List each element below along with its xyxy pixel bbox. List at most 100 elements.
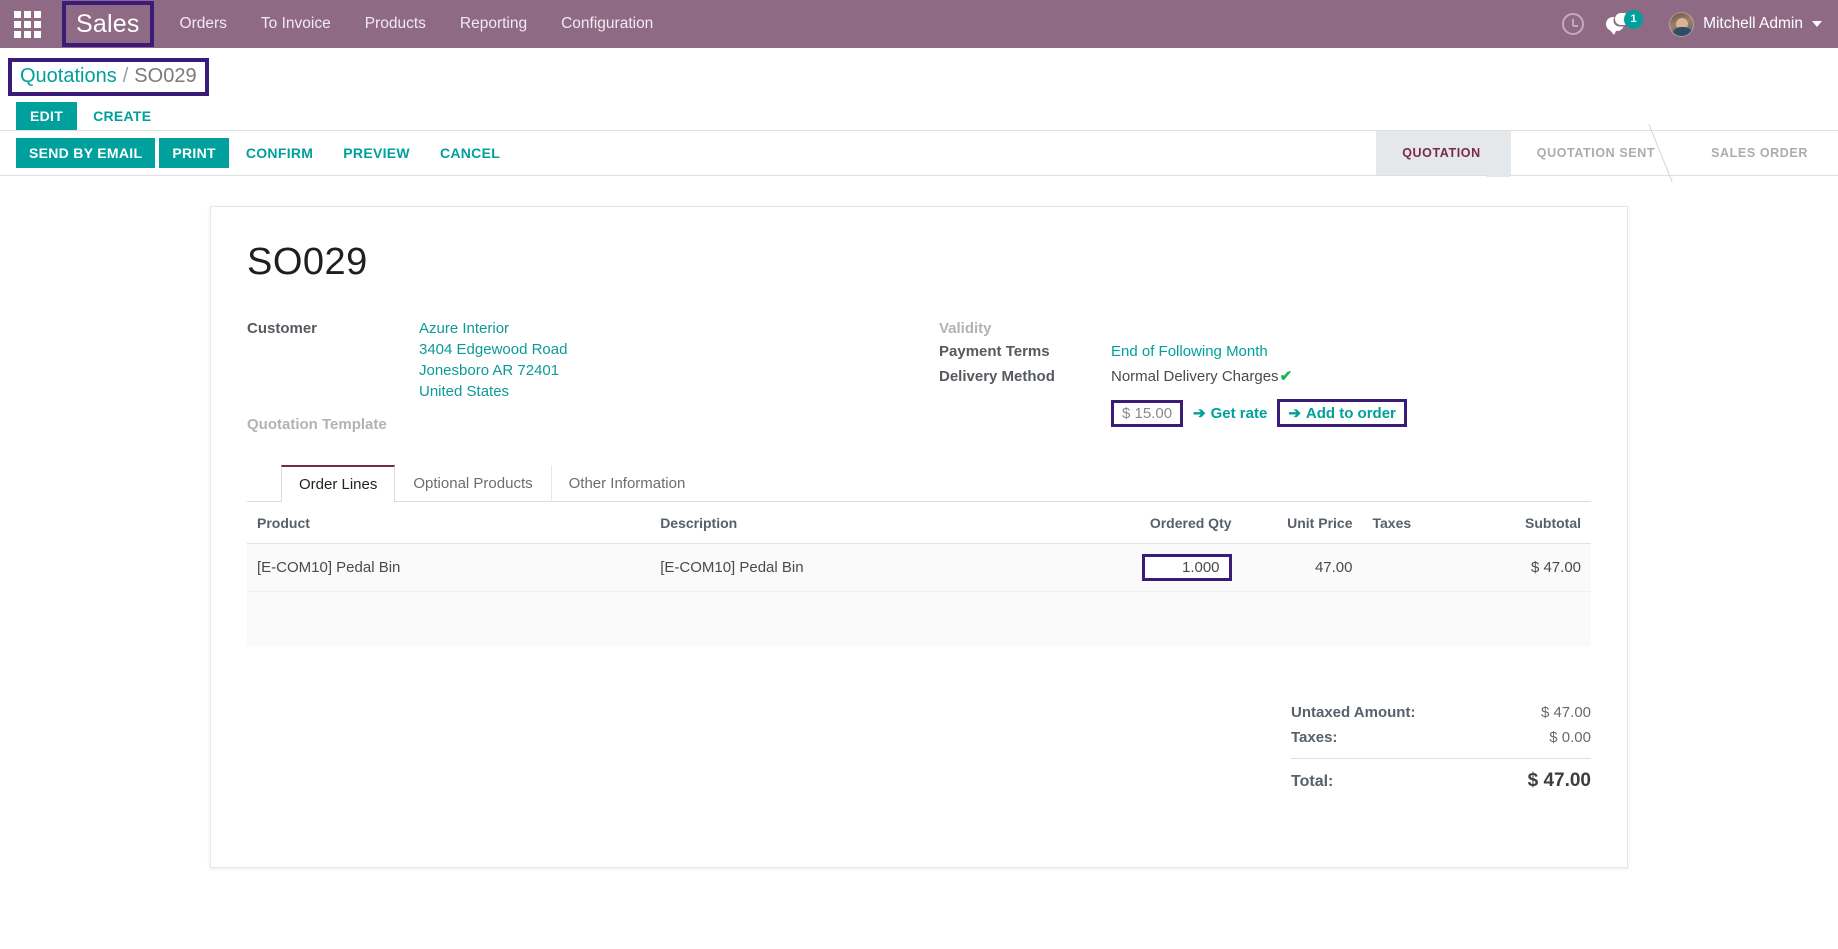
edit-button[interactable]: EDIT: [16, 102, 78, 130]
customer-city[interactable]: Jonesboro AR 72401: [419, 360, 567, 381]
cell-unit-price[interactable]: 47.00: [1241, 543, 1363, 592]
total-taxes-row: Taxes: $ 0.00: [1291, 725, 1591, 750]
messages-menu[interactable]: 1: [1606, 9, 1647, 35]
taxes-value: $ 0.00: [1549, 728, 1591, 746]
messages-counter-badge: 1: [1624, 9, 1644, 29]
taxes-label: Taxes:: [1291, 728, 1338, 746]
breadcrumb-root-link[interactable]: Quotations: [20, 65, 117, 88]
status-bar-actions: SEND BY EMAIL PRINT CONFIRM PREVIEW CANC…: [0, 131, 513, 175]
get-rate-label: Get rate: [1210, 404, 1268, 422]
field-payment-terms-label: Payment Terms: [939, 343, 1050, 360]
stage-sales-order[interactable]: SALES ORDER: [1685, 131, 1838, 175]
app-brand-highlight[interactable]: Sales: [62, 1, 154, 47]
table-row[interactable]: [E-COM10] Pedal Bin [E-COM10] Pedal Bin …: [247, 543, 1591, 592]
column-taxes: Taxes: [1362, 502, 1484, 544]
ordered-qty-highlight[interactable]: 1.000: [1141, 554, 1232, 581]
customer-country[interactable]: United States: [419, 381, 567, 402]
chat-bubble-icon: [1606, 13, 1631, 35]
field-delivery-method: Delivery Method Normal Delivery Charges✔: [939, 366, 1591, 387]
cell-taxes[interactable]: [1362, 543, 1484, 592]
column-ordered-qty: Ordered Qty: [1080, 502, 1242, 544]
stage-arrow-icon: [1660, 131, 1686, 175]
total-label: Total:: [1291, 772, 1334, 790]
control-panel-buttons: EDIT CREATE: [0, 102, 1838, 130]
stage-sales-order-label: SALES ORDER: [1711, 146, 1808, 160]
stage-quotation-sent-label: QUOTATION SENT: [1536, 146, 1656, 160]
field-validity-label: Validity: [939, 320, 992, 337]
app-brand-label: Sales: [76, 9, 140, 38]
add-to-order-button[interactable]: ➔ Add to order: [1288, 404, 1396, 423]
stage-quotation-label: QUOTATION: [1402, 146, 1481, 160]
untaxed-amount-value: $ 47.00: [1540, 703, 1591, 721]
avatar: [1669, 11, 1695, 37]
field-customer-value[interactable]: Azure Interior 3404 Edgewood Road Jonesb…: [419, 318, 567, 402]
stage-quotation-sent[interactable]: QUOTATION SENT: [1511, 131, 1685, 175]
cancel-button[interactable]: CANCEL: [427, 138, 513, 168]
cell-subtotal: $ 47.00: [1483, 543, 1591, 592]
clock-icon[interactable]: [1562, 13, 1585, 35]
breadcrumb-current: SO029: [134, 65, 197, 87]
table-empty-row: [247, 618, 1591, 646]
tab-optional-products[interactable]: Optional Products: [395, 465, 550, 502]
stage-arrow-icon: [1485, 131, 1512, 177]
field-delivery-method-value[interactable]: Normal Delivery Charges✔: [1111, 366, 1292, 387]
navbar-right-tools: 1 Mitchell Admin: [1562, 9, 1822, 37]
field-payment-terms-value[interactable]: End of Following Month: [1111, 341, 1268, 362]
field-validity: Validity: [939, 318, 1591, 337]
arrow-right-icon: ➔: [1288, 405, 1301, 422]
user-menu[interactable]: Mitchell Admin: [1669, 11, 1822, 37]
form-fields: Customer Azure Interior 3404 Edgewood Ro…: [247, 318, 1591, 435]
add-to-order-highlight[interactable]: ➔ Add to order: [1277, 399, 1407, 427]
menu-item-products[interactable]: Products: [363, 11, 428, 37]
page-title: SO029: [247, 241, 368, 283]
total-untaxed-row: Untaxed Amount: $ 47.00: [1291, 700, 1591, 725]
create-button[interactable]: CREATE: [79, 102, 165, 130]
order-lines-table: Product Description Ordered Qty Unit Pri…: [247, 502, 1591, 646]
form-sheet: SO029 Customer Azure Interior 3404 Edgew…: [210, 206, 1628, 868]
breadcrumb[interactable]: Quotations / SO029: [8, 58, 209, 96]
order-lines-body: [E-COM10] Pedal Bin [E-COM10] Pedal Bin …: [247, 543, 1591, 646]
menu-item-configuration[interactable]: Configuration: [559, 11, 655, 37]
cell-description[interactable]: [E-COM10] Pedal Bin: [650, 543, 1081, 592]
form-right-column: Validity Payment Terms End of Following …: [939, 318, 1591, 435]
user-name-label: Mitchell Admin: [1703, 15, 1803, 32]
status-bar: SEND BY EMAIL PRINT CONFIRM PREVIEW CANC…: [0, 130, 1838, 177]
breadcrumb-row: Quotations / SO029: [0, 48, 1838, 96]
menu-item-orders[interactable]: Orders: [178, 11, 229, 37]
tab-order-lines[interactable]: Order Lines: [281, 465, 396, 502]
cell-product[interactable]: [E-COM10] Pedal Bin: [247, 543, 651, 592]
stage-quotation[interactable]: QUOTATION: [1376, 131, 1512, 177]
main-menu: Orders To Invoice Products Reporting Con…: [178, 11, 656, 37]
untaxed-amount-label: Untaxed Amount:: [1291, 703, 1416, 721]
cell-ordered-qty[interactable]: 1.000: [1080, 543, 1242, 592]
get-rate-button[interactable]: ➔ Get rate: [1193, 404, 1268, 423]
form-background: SO029 Customer Azure Interior 3404 Edgew…: [0, 176, 1838, 891]
arrow-right-icon: ➔: [1193, 405, 1206, 422]
send-by-email-button[interactable]: SEND BY EMAIL: [16, 138, 156, 168]
field-delivery-method-label: Delivery Method: [939, 368, 1055, 385]
confirm-button[interactable]: CONFIRM: [233, 138, 326, 168]
column-subtotal: Subtotal: [1483, 502, 1591, 544]
add-to-order-label: Add to order: [1305, 404, 1396, 422]
menu-item-reporting[interactable]: Reporting: [458, 11, 529, 37]
menu-item-to-invoice[interactable]: To Invoice: [259, 11, 333, 37]
print-button[interactable]: PRINT: [159, 138, 229, 168]
check-icon: ✔: [1279, 368, 1293, 385]
field-customer-label: Customer: [247, 320, 318, 337]
delivery-rate-amount: $ 15.00: [1122, 404, 1173, 422]
status-stages: QUOTATION QUOTATION SENT SALES ORDER: [1376, 131, 1838, 177]
delivery-rate-row: $ 15.00 ➔ Get rate ➔ Add to order: [1111, 399, 1591, 427]
tab-other-information[interactable]: Other Information: [550, 465, 704, 502]
column-description: Description: [650, 502, 1081, 544]
customer-street[interactable]: 3404 Edgewood Road: [419, 339, 567, 360]
customer-name[interactable]: Azure Interior: [419, 318, 567, 339]
column-product: Product: [247, 502, 651, 544]
field-customer: Customer Azure Interior 3404 Edgewood Ro…: [247, 318, 899, 402]
control-panel: Quotations / SO029 EDIT CREATE Print Act…: [0, 48, 1838, 161]
table-empty-row: [247, 591, 1591, 619]
apps-grid-icon[interactable]: [10, 7, 44, 41]
field-quotation-template: Quotation Template: [247, 414, 899, 433]
table-header-row: Product Description Ordered Qty Unit Pri…: [247, 502, 1591, 544]
column-unit-price: Unit Price: [1241, 502, 1363, 544]
preview-button[interactable]: PREVIEW: [330, 138, 423, 168]
